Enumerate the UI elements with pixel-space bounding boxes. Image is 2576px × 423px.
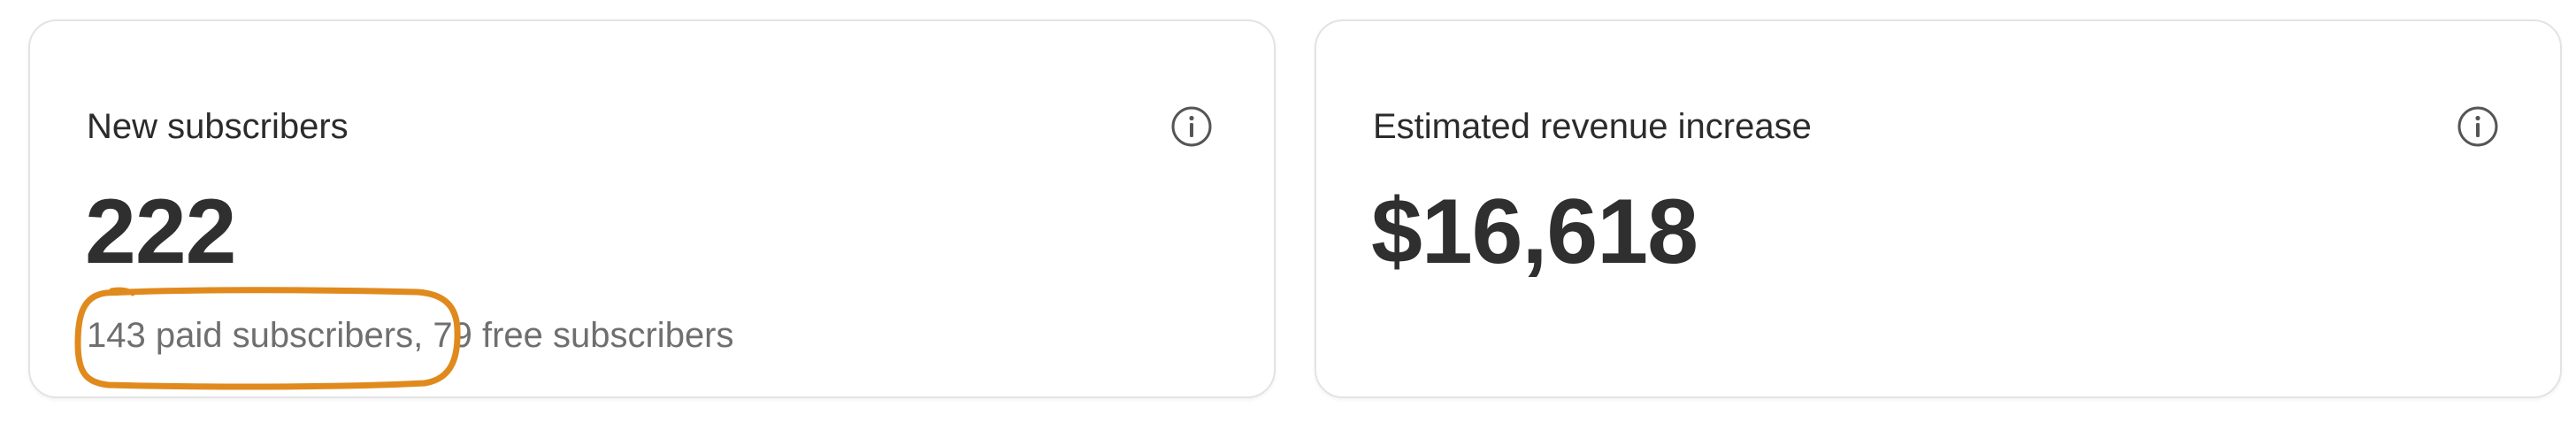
revenue-value: $16,618 bbox=[1371, 181, 1698, 283]
subscriber-breakdown: 143 paid subscribers , 79 free subscribe… bbox=[74, 287, 734, 390]
new-subscribers-card: New subscribers 222 143 paid subscribers… bbox=[28, 19, 1276, 398]
paid-subscribers-highlight: 143 paid subscribers bbox=[74, 287, 461, 390]
card-title: Estimated revenue increase bbox=[1373, 107, 1812, 146]
card-title: New subscribers bbox=[87, 107, 349, 146]
info-circle-icon[interactable] bbox=[2456, 104, 2500, 149]
paid-subscribers-text: 143 paid subscribers bbox=[87, 316, 414, 355]
info-circle-icon[interactable] bbox=[1169, 104, 1214, 149]
estimated-revenue-card: Estimated revenue increase $16,618 bbox=[1315, 19, 2562, 398]
subscriber-count: 222 bbox=[85, 181, 237, 283]
free-subscribers-text: 79 free subscribers bbox=[423, 316, 734, 355]
breakdown-separator: , bbox=[413, 316, 424, 355]
